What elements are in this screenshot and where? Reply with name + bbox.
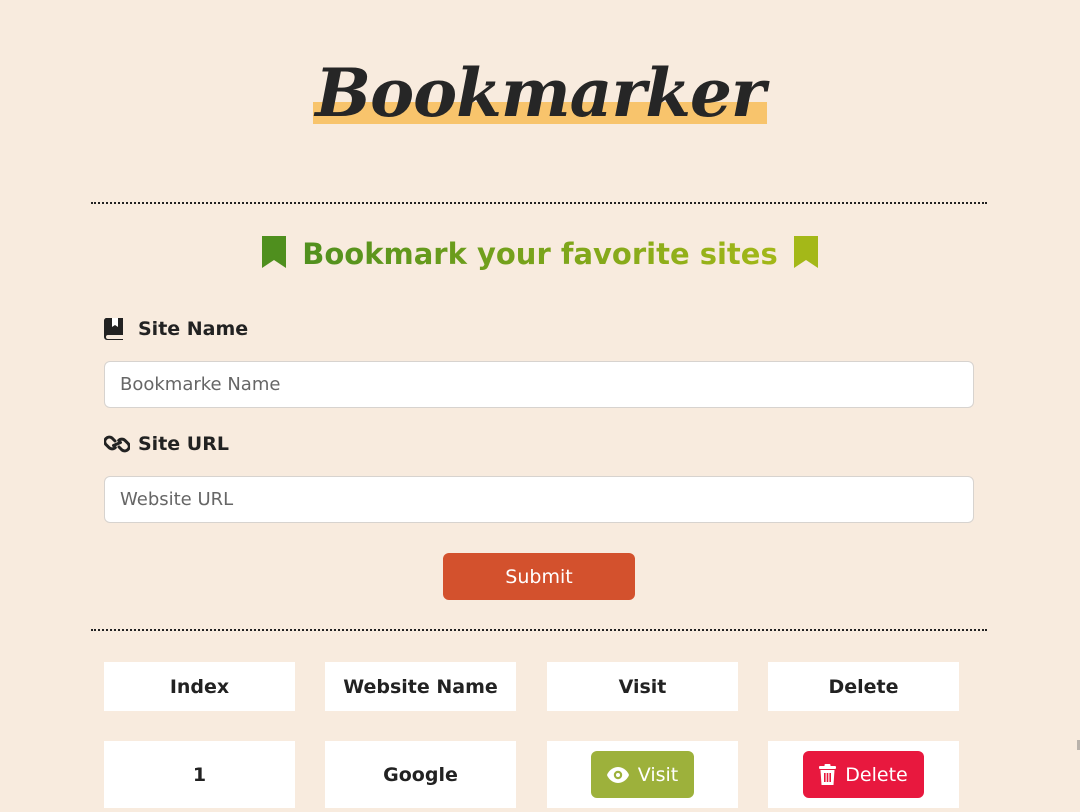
row-delete-cell: Delete (768, 741, 959, 808)
trash-icon (819, 764, 837, 785)
visit-button[interactable]: Visit (590, 751, 695, 798)
row-index: 1 (104, 741, 295, 808)
logo-container: Bookmarker (0, 52, 1080, 134)
bookmark-icon (262, 236, 287, 268)
link-icon (104, 434, 130, 454)
site-name-label-text: Site Name (138, 318, 249, 340)
header-delete: Delete (768, 662, 959, 711)
row-visit-cell: Visit (547, 741, 738, 808)
site-name-input[interactable] (104, 361, 974, 408)
form-heading-text: Bookmark your favorite sites (296, 237, 783, 271)
visit-button-label: Visit (637, 763, 679, 786)
submit-button[interactable]: Submit (443, 553, 635, 600)
top-divider (91, 202, 987, 204)
site-url-input[interactable] (104, 476, 974, 523)
site-url-label-text: Site URL (138, 433, 229, 455)
site-name-label: Site Name (104, 315, 248, 343)
bookmark-icon (793, 236, 818, 268)
header-website-name: Website Name (325, 662, 516, 711)
row-website-name: Google (325, 741, 516, 808)
header-index: Index (104, 662, 295, 711)
bottom-divider (91, 629, 987, 631)
eye-icon (606, 766, 629, 783)
bookmarker-page: Bookmarker Bookmark your favorite sites … (0, 0, 1080, 812)
delete-button[interactable]: Delete (803, 751, 924, 798)
app-logo: Bookmarker (313, 52, 767, 134)
header-visit: Visit (547, 662, 738, 711)
form-heading: Bookmark your favorite sites (0, 232, 1080, 276)
app-title: Bookmarker (315, 54, 765, 132)
delete-button-label: Delete (845, 763, 908, 786)
book-bookmark-icon (104, 318, 130, 340)
site-url-label: Site URL (104, 430, 229, 458)
